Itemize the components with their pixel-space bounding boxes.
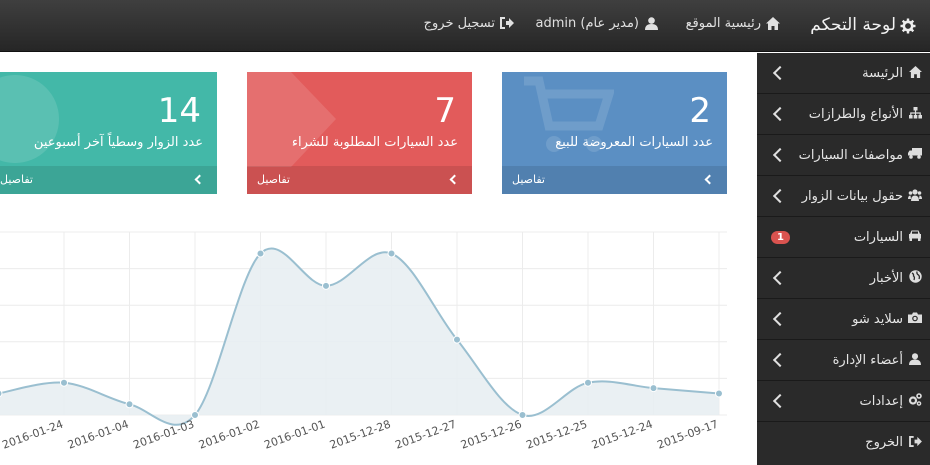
chart-point [322,281,330,290]
sidebar-item-logout[interactable]: الخروج [757,422,930,463]
panel-number: 7 [434,91,456,131]
sidebar-item-label: إعدادات [859,393,903,409]
sidebar-item-admins[interactable]: أعضاء الإدارة [757,340,930,381]
chart-point [518,411,527,419]
car-icon [908,230,922,244]
x-tick-label: 2016-01-03 [131,418,196,452]
chart-point [649,384,658,393]
x-tick-label: 2015-09-17 [655,418,720,452]
panel-cars-requested: 7 عدد السيارات المطلوبة للشراء تفاصيل [247,72,472,194]
users-icon [908,188,922,204]
panel-visitors: 14 عدد الزوار وسطياً آخر أسبوعين تفاصيل [0,72,217,194]
chart-point [387,249,396,258]
globe-icon [908,270,922,286]
sign-out-icon [500,16,514,31]
sidebar-item-news[interactable]: الأخبار [757,258,930,299]
camera-icon [908,312,922,326]
sidebar-item-label: الخروج [865,435,903,450]
details-label: تفاصيل [512,173,545,186]
x-tick-label: 2016-01-02 [197,418,262,452]
x-tick-label: 2016-01-01 [262,418,327,452]
sidebar-item-label: حقول بيانات الزوار [801,188,903,204]
chart-point [715,389,723,398]
tag-icon [247,72,336,167]
panel-details-link[interactable]: تفاصيل [0,166,217,194]
brand-title: لوحة التحكم [810,15,896,35]
chart-point [125,400,134,409]
site-home-link[interactable]: رئيسية الموقع [686,16,780,31]
sidebar-item-label: سلايد شو [852,311,903,327]
x-tick-label: 2015-12-27 [393,418,458,452]
truck-icon [908,148,922,162]
sidebar-item-car-specs[interactable]: مواصفات السيارات [757,135,930,176]
chart-point [453,335,461,344]
site-home-label: رئيسية الموقع [685,16,761,31]
chevron-right-icon [704,174,715,185]
home-icon [908,65,922,81]
globe-icon [0,75,59,163]
x-tick-label: 2015-12-25 [524,418,589,452]
panel-details-link[interactable]: تفاصيل [502,166,727,194]
user-icon [644,16,658,31]
panel-text: عدد الزوار وسطياً آخر أسبوعين [33,135,203,150]
chevron-right-icon [449,174,460,185]
panel-cars-for-sale: 2 عدد السيارات المعروضة للبيع تفاصيل [502,72,727,194]
sidebar-item-label: الأنواع والطرازات [808,106,903,122]
panel-text: عدد السيارات المطلوبة للشراء [291,135,458,150]
chart-area-fill [0,248,719,425]
details-label: تفاصيل [0,173,33,186]
sidebar-item-visitor-fields[interactable]: حقول بيانات الزوار [757,176,930,217]
x-tick-label: 2015-12-26 [459,418,524,452]
gear-icon [900,18,916,34]
panel-number: 14 [157,91,201,131]
chart-point [256,249,265,258]
user-label: admin (مدير عام) [535,16,640,31]
sitemap-icon [908,106,922,122]
user-icon [908,352,922,368]
sidebar-item-types-models[interactable]: الأنواع والطرازات [757,94,930,135]
sidebar-item-label: أعضاء الإدارة [832,352,903,368]
logout-label: تسجيل خروج [423,16,495,31]
home-icon [766,16,780,31]
logout-link[interactable]: تسجيل خروج [424,16,514,31]
sidebar: الرئيسة الأنواع والطرازات مواصفات السيار… [757,53,930,465]
panel-number: 2 [689,91,711,131]
sidebar-item-label: الأخبار [869,270,903,286]
brand[interactable]: لوحة التحكم [810,15,916,35]
sidebar-item-slideshow[interactable]: سلايد شو [757,299,930,340]
chevron-right-icon [194,174,205,185]
panel-details-link[interactable]: تفاصيل [247,166,472,194]
sign-out-icon [908,435,922,450]
sidebar-item-label: السيارات [853,229,903,245]
chart-point [60,378,68,387]
chart-point [191,411,199,419]
user-menu[interactable]: admin (مدير عام) [536,16,659,31]
notification-badge: 1 [771,230,790,244]
x-tick-label: 2016-01-04 [66,418,131,452]
x-tick-label: 2016-01-24 [0,418,65,452]
details-label: تفاصيل [257,173,290,186]
top-navbar: لوحة التحكم رئيسية الموقع admin (مدير عا… [0,0,930,52]
sidebar-item-home[interactable]: الرئيسة [757,53,930,94]
x-tick-label: 2015-12-24 [590,418,655,452]
sidebar-item-cars[interactable]: السيارات 1 [757,217,930,258]
x-tick-label: 2015-12-28 [328,418,393,452]
sidebar-item-settings[interactable]: إعدادات [757,381,930,422]
chart-point [584,378,592,387]
sidebar-item-label: الرئيسة [862,65,903,81]
sidebar-item-label: مواصفات السيارات [798,147,903,163]
panel-text: عدد السيارات المعروضة للبيع [555,135,713,150]
visits-area-chart: 2016-01-24 2016-01-04 2016-01-03 2016-01-02… [0,231,727,452]
cogs-icon [908,393,922,409]
